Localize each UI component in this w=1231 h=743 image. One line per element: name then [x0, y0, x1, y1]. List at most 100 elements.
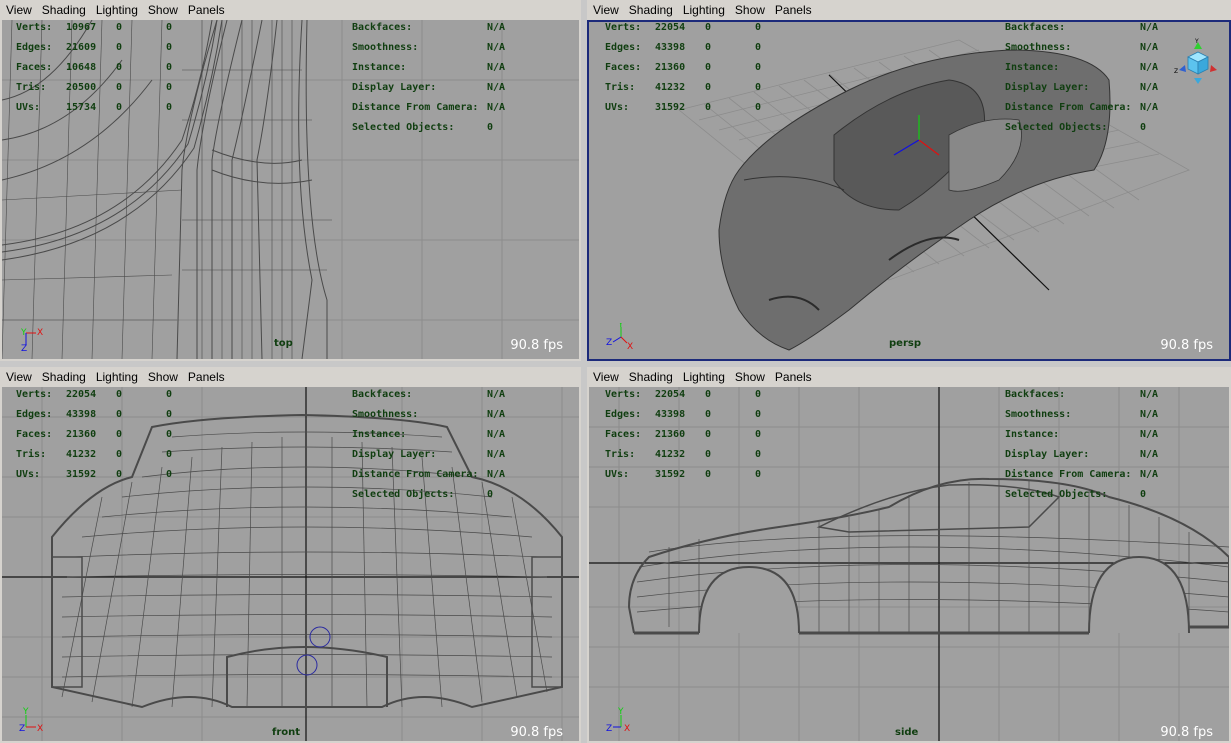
axis-gizmo-icon: Y Z X [606, 323, 633, 352]
menu-view[interactable]: View [593, 370, 619, 384]
menu-panels[interactable]: Panels [775, 3, 812, 17]
camera-label: persp [889, 338, 921, 349]
menu-shading[interactable]: Shading [42, 3, 86, 17]
fps-counter: 90.8 fps [1160, 725, 1213, 740]
svg-text:Y: Y [22, 707, 29, 717]
viewport-top[interactable]: Verts: 10967 0 0 Edges: 21609 0 0 Faces: 10648 0… [2, 20, 579, 359]
menu-shading[interactable]: Shading [629, 370, 673, 384]
viewport-panel-top: View Shading Lighting Show Panels Verts:… [0, 0, 581, 361]
info-instance: Instance: N/A [352, 62, 506, 73]
stat-edges: Edges: 21609 0 0 [16, 42, 173, 53]
svg-text:X: X [37, 724, 43, 734]
stat-faces: Faces: 21360 0 0 [16, 429, 173, 440]
info-selected-objects: Selected Objects: 0 [1005, 122, 1147, 133]
menu-show[interactable]: Show [735, 3, 765, 17]
menu-panels[interactable]: Panels [188, 370, 225, 384]
menu-panels[interactable]: Panels [775, 370, 812, 384]
stat-verts: Verts: 22054 0 0 [605, 389, 762, 400]
info-smoothness: Smoothness: N/A [352, 409, 506, 420]
stat-edges: Edges: 43398 0 0 [605, 42, 762, 53]
info-display-layer: Display Layer: N/A [1005, 449, 1159, 460]
svg-text:Y: Y [1194, 38, 1199, 45]
stat-uvs: UVs: 15734 0 0 [16, 102, 173, 113]
stat-verts: Verts: 22054 0 0 [605, 22, 762, 33]
stat-faces: Faces: 10648 0 0 [16, 62, 173, 73]
info-smoothness: Smoothness: N/A [352, 42, 506, 53]
info-smoothness: Smoothness: N/A [1005, 409, 1159, 420]
info-display-layer: Display Layer: N/A [1005, 82, 1159, 93]
svg-text:Z: Z [19, 724, 25, 734]
viewport-panel-front: View Shading Lighting Show Panels Verts:… [0, 367, 581, 743]
fps-counter: 90.8 fps [510, 338, 563, 353]
menu-lighting[interactable]: Lighting [96, 370, 138, 384]
info-distance: Distance From Camera: N/A [1005, 102, 1159, 113]
stat-uvs: UVs: 31592 0 0 [605, 102, 762, 113]
menu-show[interactable]: Show [148, 370, 178, 384]
menu-lighting[interactable]: Lighting [683, 370, 725, 384]
camera-label: side [895, 727, 919, 738]
stat-faces: Faces: 21360 0 0 [605, 62, 762, 73]
menu-shading[interactable]: Shading [42, 370, 86, 384]
fps-counter: 90.8 fps [510, 725, 563, 740]
menu-show[interactable]: Show [735, 370, 765, 384]
menu-view[interactable]: View [6, 3, 32, 17]
viewport-persp[interactable]: Verts: 22054 0 0 Edges: 43398 0 0 Faces: 21360 0… [589, 20, 1229, 359]
viewport-front[interactable]: Verts: 22054 0 0 Edges: 43398 0 0 Faces: 21360 0… [2, 387, 579, 741]
stat-tris: Tris: 41232 0 0 [16, 449, 173, 460]
menu-shading[interactable]: Shading [629, 3, 673, 17]
svg-text:Z: Z [606, 338, 612, 348]
menu-view[interactable]: View [6, 370, 32, 384]
svg-text:X: X [624, 724, 630, 734]
stat-uvs: UVs: 31592 0 0 [605, 469, 762, 480]
menu-view[interactable]: View [593, 3, 619, 17]
info-backfaces: Backfaces: N/A [352, 389, 506, 400]
svg-text:Y: Y [617, 707, 624, 717]
menu-lighting[interactable]: Lighting [96, 3, 138, 17]
info-instance: Instance: N/A [352, 429, 506, 440]
camera-label: top [274, 338, 293, 349]
svg-text:Z: Z [606, 724, 612, 734]
stat-tris: Tris: 41232 0 0 [605, 449, 762, 460]
stat-verts: Verts: 10967 0 0 [16, 22, 173, 33]
stat-uvs: UVs: 31592 0 0 [16, 469, 173, 480]
stat-verts: Verts: 22054 0 0 [16, 389, 173, 400]
info-display-layer: Display Layer: N/A [352, 449, 506, 460]
svg-text:X: X [627, 342, 633, 352]
info-instance: Instance: N/A [1005, 62, 1159, 73]
info-backfaces: Backfaces: N/A [1005, 389, 1159, 400]
stat-faces: Faces: 21360 0 0 [605, 429, 762, 440]
info-display-layer: Display Layer: N/A [352, 82, 506, 93]
info-selected-objects: Selected Objects: 0 [352, 489, 494, 500]
panel-menubar: View Shading Lighting Show Panels [587, 367, 1231, 387]
svg-text:Y: Y [20, 328, 27, 338]
menu-show[interactable]: Show [148, 3, 178, 17]
viewport-panel-persp: View Shading Lighting Show Panels Verts:… [587, 0, 1231, 361]
info-selected-objects: Selected Objects: 0 [1005, 489, 1147, 500]
viewport-panel-side: View Shading Lighting Show Panels Verts:… [587, 367, 1231, 743]
info-distance: Distance From Camera: N/A [352, 102, 506, 113]
view-cube-icon[interactable]: Y Z [1173, 38, 1223, 88]
axis-gizmo-icon: Y Z X [606, 707, 630, 734]
svg-text:Z: Z [1174, 68, 1178, 75]
menu-lighting[interactable]: Lighting [683, 3, 725, 17]
panel-menubar: View Shading Lighting Show Panels [587, 0, 1231, 20]
info-selected-objects: Selected Objects: 0 [352, 122, 494, 133]
panel-menubar: View Shading Lighting Show Panels [0, 367, 581, 387]
info-distance: Distance From Camera: N/A [352, 469, 506, 480]
svg-text:Y: Y [617, 323, 624, 330]
stat-edges: Edges: 43398 0 0 [605, 409, 762, 420]
stat-tris: Tris: 41232 0 0 [605, 82, 762, 93]
info-smoothness: Smoothness: N/A [1005, 42, 1159, 53]
menu-panels[interactable]: Panels [188, 3, 225, 17]
info-backfaces: Backfaces: N/A [352, 22, 506, 33]
stat-edges: Edges: 43398 0 0 [16, 409, 173, 420]
panel-menubar: View Shading Lighting Show Panels [0, 0, 581, 20]
fps-counter: 90.8 fps [1160, 338, 1213, 353]
stat-tris: Tris: 20500 0 0 [16, 82, 173, 93]
info-distance: Distance From Camera: N/A [1005, 469, 1159, 480]
svg-text:Z: Z [21, 344, 27, 353]
axis-gizmo-icon: Y X Z [20, 328, 43, 353]
svg-text:X: X [37, 328, 43, 338]
viewport-side[interactable]: Verts: 22054 0 0 Edges: 43398 0 0 Faces: 21360 0… [589, 387, 1229, 741]
info-instance: Instance: N/A [1005, 429, 1159, 440]
